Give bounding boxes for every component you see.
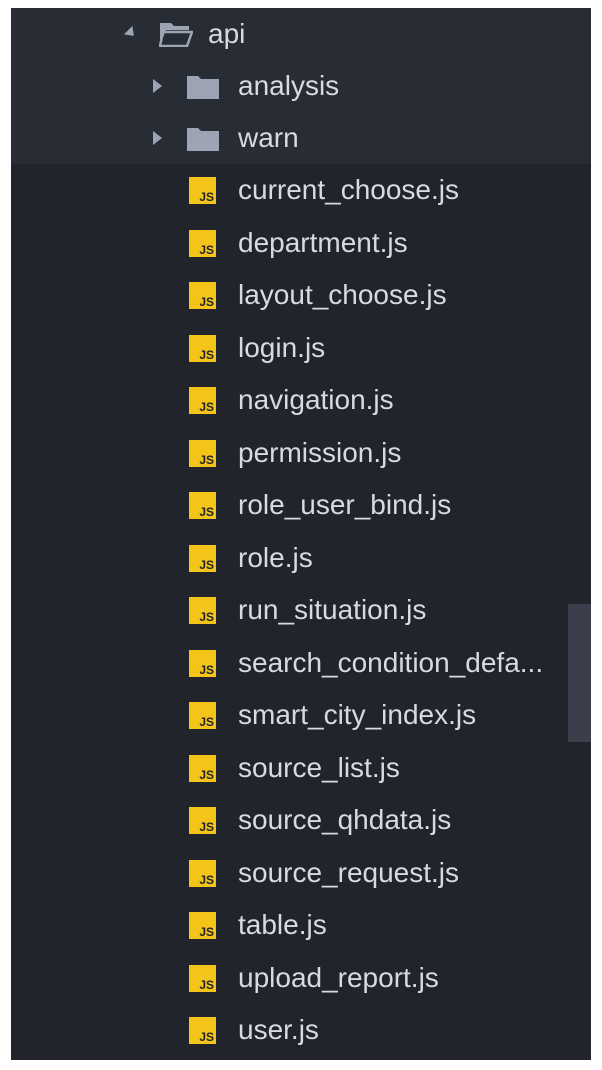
tree-item-label: smart_city_index.js — [238, 699, 477, 730]
chevron-right-icon[interactable] — [153, 131, 162, 145]
file-tree-panel: api analysis warn JS current_choose.js JS d… — [11, 8, 591, 1060]
js-file-icon: JS — [189, 754, 216, 782]
js-file-icon: JS — [189, 439, 216, 467]
js-file-icon: JS — [189, 859, 216, 887]
tree-item-label: api — [208, 18, 246, 49]
scrollbar-thumb[interactable] — [568, 604, 591, 742]
tree-item-label: table.js — [238, 909, 327, 940]
tree-item-file[interactable]: JS source_request.js — [11, 847, 591, 899]
tree-item-label: run_situation.js — [238, 594, 427, 625]
folder-open-icon — [159, 23, 193, 47]
js-file-icon: JS — [189, 964, 216, 992]
tree-item-file[interactable]: JS search_condition_defa... — [11, 637, 591, 689]
tree-item-file[interactable]: JS current_choose.js — [11, 164, 591, 216]
tree-item-file[interactable]: JS source_list.js — [11, 742, 591, 794]
tree-item-label: navigation.js — [238, 384, 394, 415]
tree-item-file[interactable]: JS user.js — [11, 1004, 591, 1056]
tree-item-label: login.js — [238, 331, 326, 363]
tree-item-api[interactable]: api — [11, 8, 591, 60]
tree-item-file[interactable]: JS source_qhdata.js — [11, 794, 591, 846]
tree-item-label: role_user_bind.js — [238, 489, 452, 520]
js-file-icon: JS — [189, 912, 216, 939]
tree-item-label: search_condition_defa... — [238, 646, 544, 678]
tree-item-label: source_request.js — [238, 856, 460, 888]
tree-item-label: role.js — [238, 541, 313, 573]
tree-item-label: analysis — [238, 70, 340, 101]
js-file-icon: JS — [189, 702, 216, 729]
tree-item-label: department.js — [238, 226, 408, 258]
js-file-icon: JS — [189, 597, 216, 624]
tree-item-file[interactable]: JS run_situation.js — [11, 584, 591, 636]
tree-item-file[interactable]: JS department.js — [11, 217, 591, 269]
tree-item-warn[interactable]: warn — [11, 112, 591, 164]
js-file-icon: JS — [189, 1017, 216, 1044]
js-file-icon: JS — [189, 177, 216, 204]
tree-item-label: user.js — [238, 1014, 319, 1045]
tree-item-file[interactable]: JS permission.js — [11, 427, 591, 479]
tree-item-file[interactable]: JS table.js — [11, 899, 591, 951]
tree-item-label: current_choose.js — [238, 174, 460, 205]
tree-item-label: layout_choose.js — [238, 279, 447, 310]
tree-item-analysis[interactable]: analysis — [11, 60, 591, 112]
folder-icon — [187, 128, 219, 151]
js-file-icon: JS — [189, 229, 216, 257]
js-file-icon: JS — [189, 334, 216, 362]
tree-item-label: upload_report.js — [238, 961, 439, 993]
chevron-right-icon[interactable] — [153, 79, 162, 93]
folder-icon — [187, 76, 219, 99]
chevron-down-icon[interactable] — [123, 25, 139, 41]
tree-item-file[interactable]: JS navigation.js — [11, 374, 591, 426]
tree-item-file[interactable]: JS role.js — [11, 532, 591, 584]
tree-item-file[interactable]: JS login.js — [11, 322, 591, 374]
tree-item-file[interactable]: JS role_user_bind.js — [11, 479, 591, 531]
js-file-icon: JS — [189, 387, 216, 414]
tree-item-label: permission.js — [238, 436, 402, 468]
tree-item-label: source_qhdata.js — [238, 804, 452, 835]
tree-item-file[interactable]: JS smart_city_index.js — [11, 689, 591, 741]
tree-item-file[interactable]: JS layout_choose.js — [11, 269, 591, 321]
tree-item-file[interactable]: JS upload_report.js — [11, 952, 591, 1004]
tree-item-label: source_list.js — [238, 751, 400, 783]
js-file-icon: JS — [189, 649, 216, 677]
js-file-icon: JS — [189, 282, 216, 309]
tree-item-label: warn — [238, 122, 299, 153]
js-file-icon: JS — [189, 544, 216, 572]
js-file-icon: JS — [189, 492, 216, 519]
js-file-icon: JS — [189, 807, 216, 834]
